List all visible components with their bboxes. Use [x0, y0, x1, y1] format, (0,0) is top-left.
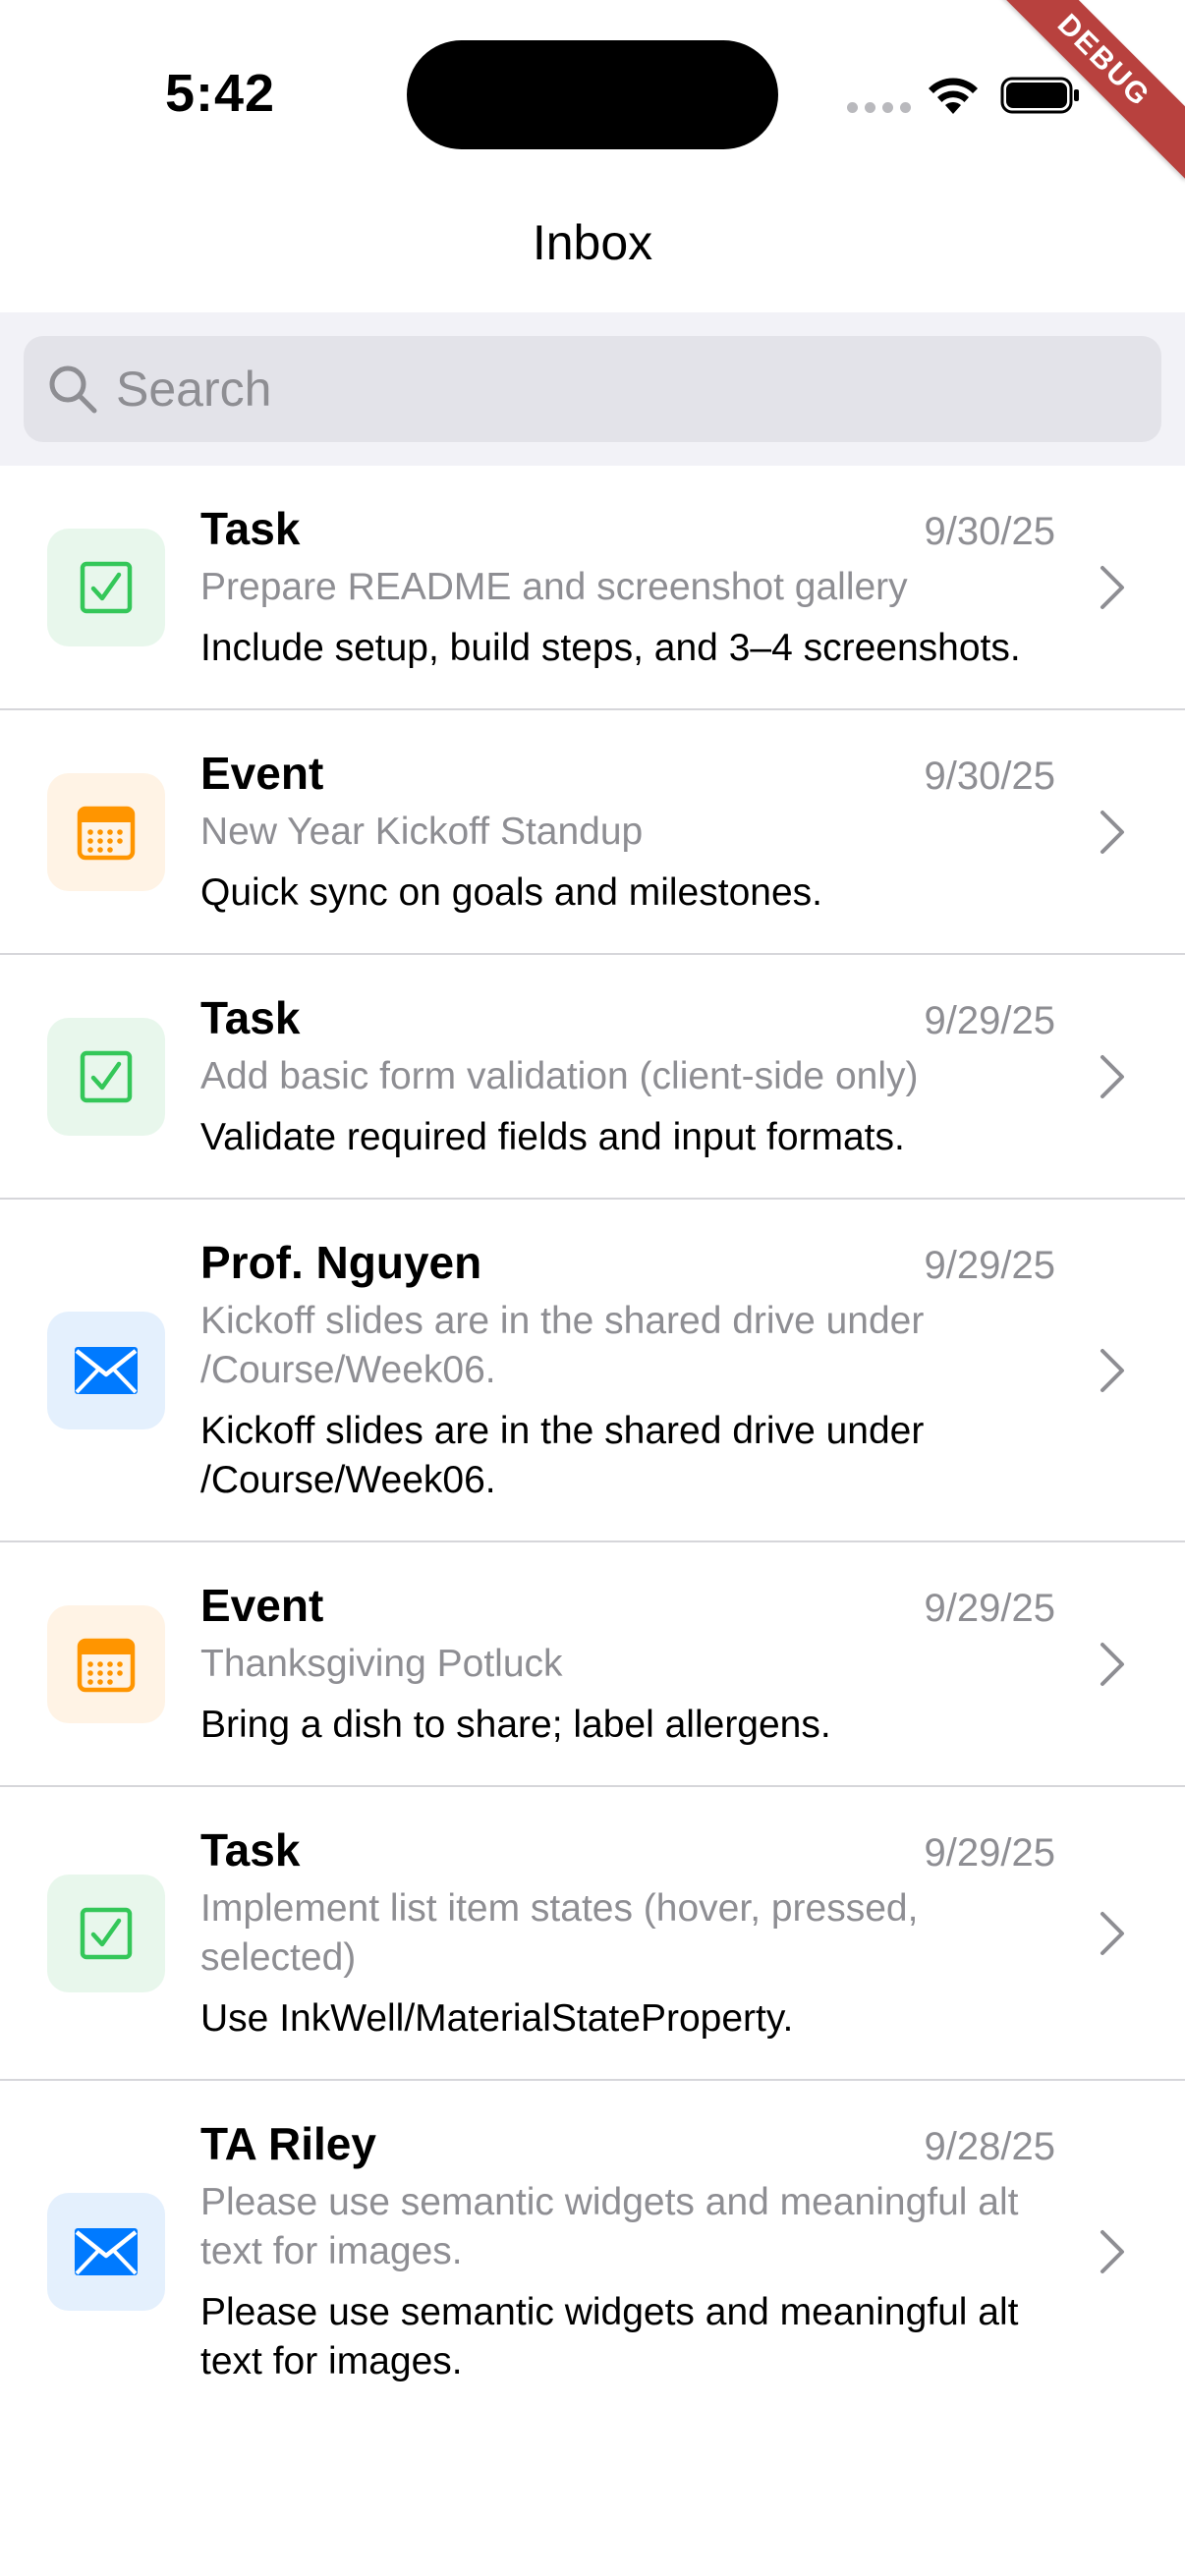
item-date: 9/29/25 [924, 1587, 1055, 1630]
item-date: 9/29/25 [924, 1831, 1055, 1875]
inbox-screen: 5:42 DEBUG Inbox Task9/30/25Prepare REA [0, 0, 1185, 2576]
envelope-icon [47, 2192, 165, 2311]
inbox-list-item[interactable]: Task 9/29/25 Add basic form validation (cl… [0, 955, 1185, 1200]
item-body: Include setup, build steps, and 3–4 scre… [200, 627, 1021, 669]
chevron-right-icon [1100, 2229, 1124, 2273]
checkbox-icon [47, 528, 165, 646]
search-input[interactable] [116, 336, 1138, 442]
chevron-right-icon [1100, 1911, 1124, 1955]
item-header: Event 9/29/25 [200, 1578, 1055, 1636]
item-text: TA Riley 9/28/25 Please use semantic widge… [200, 2116, 1055, 2386]
chevron-right-icon [1100, 1054, 1124, 1098]
item-title: Prof. Nguyen [200, 1237, 482, 1288]
item-subtitle: Please use semantic widgets and meaningf… [200, 2181, 1019, 2272]
item-subtitle: Kickoff slides are in the shared drive u… [200, 1300, 925, 1391]
inbox-list: Task 9/30/25 Prepare README and screenshot… [0, 466, 1185, 2422]
item-title: Task [200, 992, 301, 1043]
item-date: 9/28/25 [924, 2125, 1055, 2168]
item-subtitle: Prepare README and screenshot gallery [200, 566, 908, 608]
item-title: Task [200, 1824, 301, 1876]
item-body: Use InkWell/MaterialStateProperty. [200, 1997, 794, 2040]
item-body: Quick sync on goals and milestones. [200, 871, 822, 914]
chevron-right-icon [1100, 1642, 1124, 1686]
chevron-right-icon [1100, 810, 1124, 854]
item-body: Validate required fields and input forma… [200, 1116, 905, 1158]
inbox-list-item[interactable]: Prof. Nguyen 9/29/25 Kickoff slides are in… [0, 1200, 1185, 1542]
battery-icon [1000, 77, 1079, 114]
status-bar: 5:42 [0, 0, 1185, 187]
inbox-list-item[interactable]: Event 9/29/25 Thanksgiving Potluck Bring a … [0, 1542, 1185, 1787]
item-subtitle: Add basic form validation (client-side o… [200, 1055, 919, 1097]
cellular-signal-icon [847, 102, 911, 113]
inbox-list-item[interactable]: Task 9/29/25 Implement list item states (h… [0, 1787, 1185, 2081]
item-header: Prof. Nguyen 9/29/25 [200, 1235, 1055, 1293]
item-text: Event 9/29/25 Thanksgiving Potluck Bring a … [200, 1578, 1055, 1750]
search-section [0, 312, 1185, 466]
checkbox-icon [47, 1874, 165, 1992]
item-date: 9/30/25 [924, 510, 1055, 553]
inbox-list-item[interactable]: Event 9/30/25 New Year Kickoff Standup Quic… [0, 710, 1185, 955]
item-subtitle: Implement list item states (hover, press… [200, 1887, 919, 1979]
item-date: 9/30/25 [924, 755, 1055, 798]
item-subtitle: New Year Kickoff Standup [200, 811, 644, 853]
page-title: Inbox [532, 215, 653, 270]
item-text: Task 9/30/25 Prepare README and screenshot… [200, 501, 1055, 673]
item-title: Task [200, 503, 301, 554]
calendar-icon [47, 1604, 165, 1723]
wifi-icon [929, 78, 978, 114]
item-body: Kickoff slides are in the shared drive u… [200, 1410, 925, 1501]
item-title: Event [200, 1580, 324, 1631]
item-text: Prof. Nguyen 9/29/25 Kickoff slides are in… [200, 1235, 1055, 1505]
item-header: TA Riley 9/28/25 [200, 2116, 1055, 2174]
item-header: Task 9/29/25 [200, 990, 1055, 1048]
item-text: Event 9/30/25 New Year Kickoff Standup Quic… [200, 746, 1055, 918]
inbox-list-item[interactable]: TA Riley 9/28/25 Please use semantic widge… [0, 2081, 1185, 2422]
calendar-icon [47, 772, 165, 891]
item-body: Please use semantic widgets and meaningf… [200, 2291, 1019, 2382]
item-header: Task 9/30/25 [200, 501, 1055, 559]
checkbox-icon [47, 1017, 165, 1136]
item-text: Task 9/29/25 Add basic form validation (cl… [200, 990, 1055, 1162]
item-date: 9/29/25 [924, 1244, 1055, 1287]
inbox-list-item[interactable]: Task 9/30/25 Prepare README and screenshot… [0, 466, 1185, 710]
chevron-right-icon [1100, 565, 1124, 609]
dynamic-island [407, 40, 778, 149]
item-subtitle: Thanksgiving Potluck [200, 1643, 563, 1685]
item-date: 9/29/25 [924, 999, 1055, 1042]
envelope-icon [47, 1311, 165, 1429]
status-time: 5:42 [165, 64, 276, 123]
search-icon [49, 365, 97, 414]
item-text: Task 9/29/25 Implement list item states (h… [200, 1822, 1055, 2044]
item-title: Event [200, 748, 324, 799]
search-bar[interactable] [24, 336, 1161, 442]
item-header: Event 9/30/25 [200, 746, 1055, 804]
item-title: TA Riley [200, 2118, 376, 2169]
item-body: Bring a dish to share; label allergens. [200, 1704, 831, 1746]
item-header: Task 9/29/25 [200, 1822, 1055, 1880]
chevron-right-icon [1100, 1348, 1124, 1392]
